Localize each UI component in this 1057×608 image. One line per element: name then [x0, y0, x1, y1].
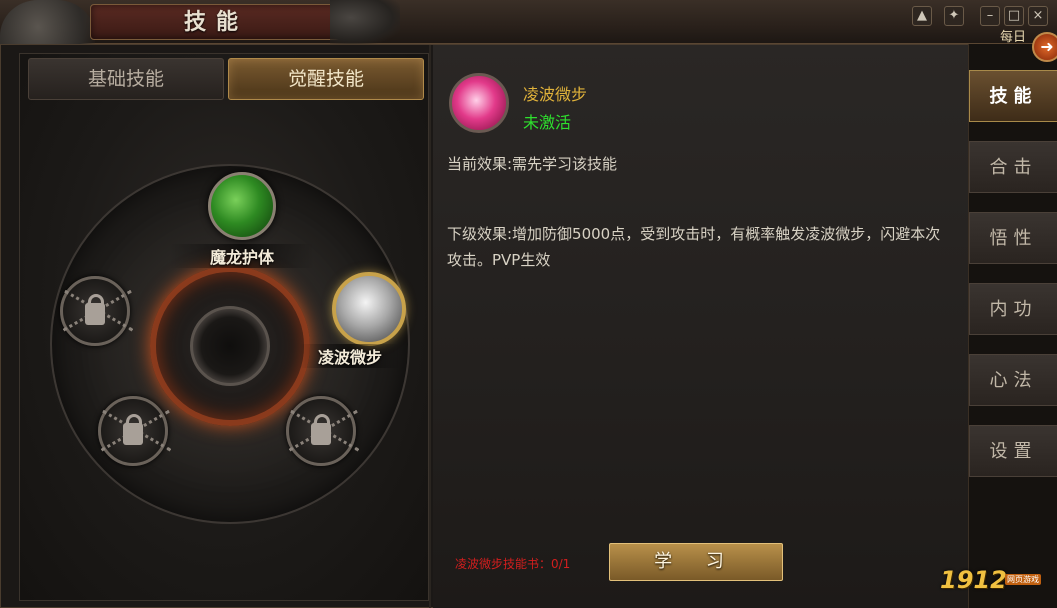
- tab-basic-skills[interactable]: 基础技能: [28, 58, 224, 100]
- side-item-inner-power[interactable]: 内功: [969, 283, 1057, 335]
- close-icon[interactable]: ➜: [1032, 32, 1057, 62]
- skill-tree-panel: 基础技能 觉醒技能 魔龙护体 凌波微步: [19, 53, 429, 601]
- window-title: 技能: [183, 10, 248, 35]
- skill-label-right: 凌波微步: [300, 344, 400, 368]
- skill-label-top: 魔龙护体: [170, 244, 314, 268]
- side-item-mind-method[interactable]: 心法: [969, 354, 1057, 406]
- side-item-settings[interactable]: 设置: [969, 425, 1057, 477]
- locked-skill-slot[interactable]: [98, 396, 172, 466]
- dragon-guard-skill-icon[interactable]: [208, 172, 276, 240]
- lock-icon: [85, 294, 105, 325]
- center-socket: [190, 306, 270, 386]
- site-logo: 1912: [940, 566, 1007, 594]
- panel-divider: [429, 45, 431, 608]
- skill-name: 凌波微步: [523, 85, 588, 104]
- skill-book-count: 凌波微步技能书：0/1: [455, 557, 571, 571]
- lock-icon: [123, 414, 143, 445]
- dragon-ornament-right: [330, 0, 400, 44]
- skill-status: 未激活: [523, 113, 572, 132]
- selected-skill-icon: [449, 73, 509, 133]
- side-item-insight[interactable]: 悟性: [969, 212, 1057, 264]
- locked-skill-slot[interactable]: [286, 396, 360, 466]
- side-menu: 技能 合击 悟性 内功 心法 设置: [968, 44, 1057, 608]
- title-plate: 技能: [90, 4, 340, 40]
- side-item-skills[interactable]: 技能: [969, 70, 1057, 122]
- title-bar: 技能 ▲ ✦ – □ ×: [0, 0, 1057, 90]
- skill-detail-panel: 凌波微步 未激活 当前效果:需先学习该技能 下级效果:增加防御5000点，受到攻…: [433, 45, 969, 608]
- side-item-combo[interactable]: 合击: [969, 141, 1057, 193]
- learn-button[interactable]: 学 习: [609, 543, 783, 581]
- lingbo-step-skill-icon[interactable]: [332, 272, 406, 346]
- minimize-icon[interactable]: –: [980, 6, 1000, 26]
- maximize-icon[interactable]: □: [1004, 6, 1024, 26]
- lock-icon: [311, 414, 331, 445]
- shirt-icon[interactable]: ▲: [912, 6, 932, 26]
- daily-label: 每日: [1000, 30, 1027, 45]
- current-effect: 当前效果:需先学习该技能: [447, 155, 618, 173]
- tab-awaken-skills[interactable]: 觉醒技能: [228, 58, 424, 100]
- locked-skill-slot[interactable]: [60, 276, 134, 346]
- window-close-icon[interactable]: ×: [1028, 6, 1048, 26]
- next-effect: 下级效果:增加防御5000点，受到攻击时，有概率触发凌波微步，闪避本次攻击。PV…: [447, 225, 941, 269]
- pin-icon[interactable]: ✦: [944, 6, 964, 26]
- skill-window: 基础技能 觉醒技能 魔龙护体 凌波微步 凌波微步 未激活 当前效果:需先学习该技…: [0, 44, 969, 608]
- site-logo-sub: 网页游戏: [1005, 574, 1041, 585]
